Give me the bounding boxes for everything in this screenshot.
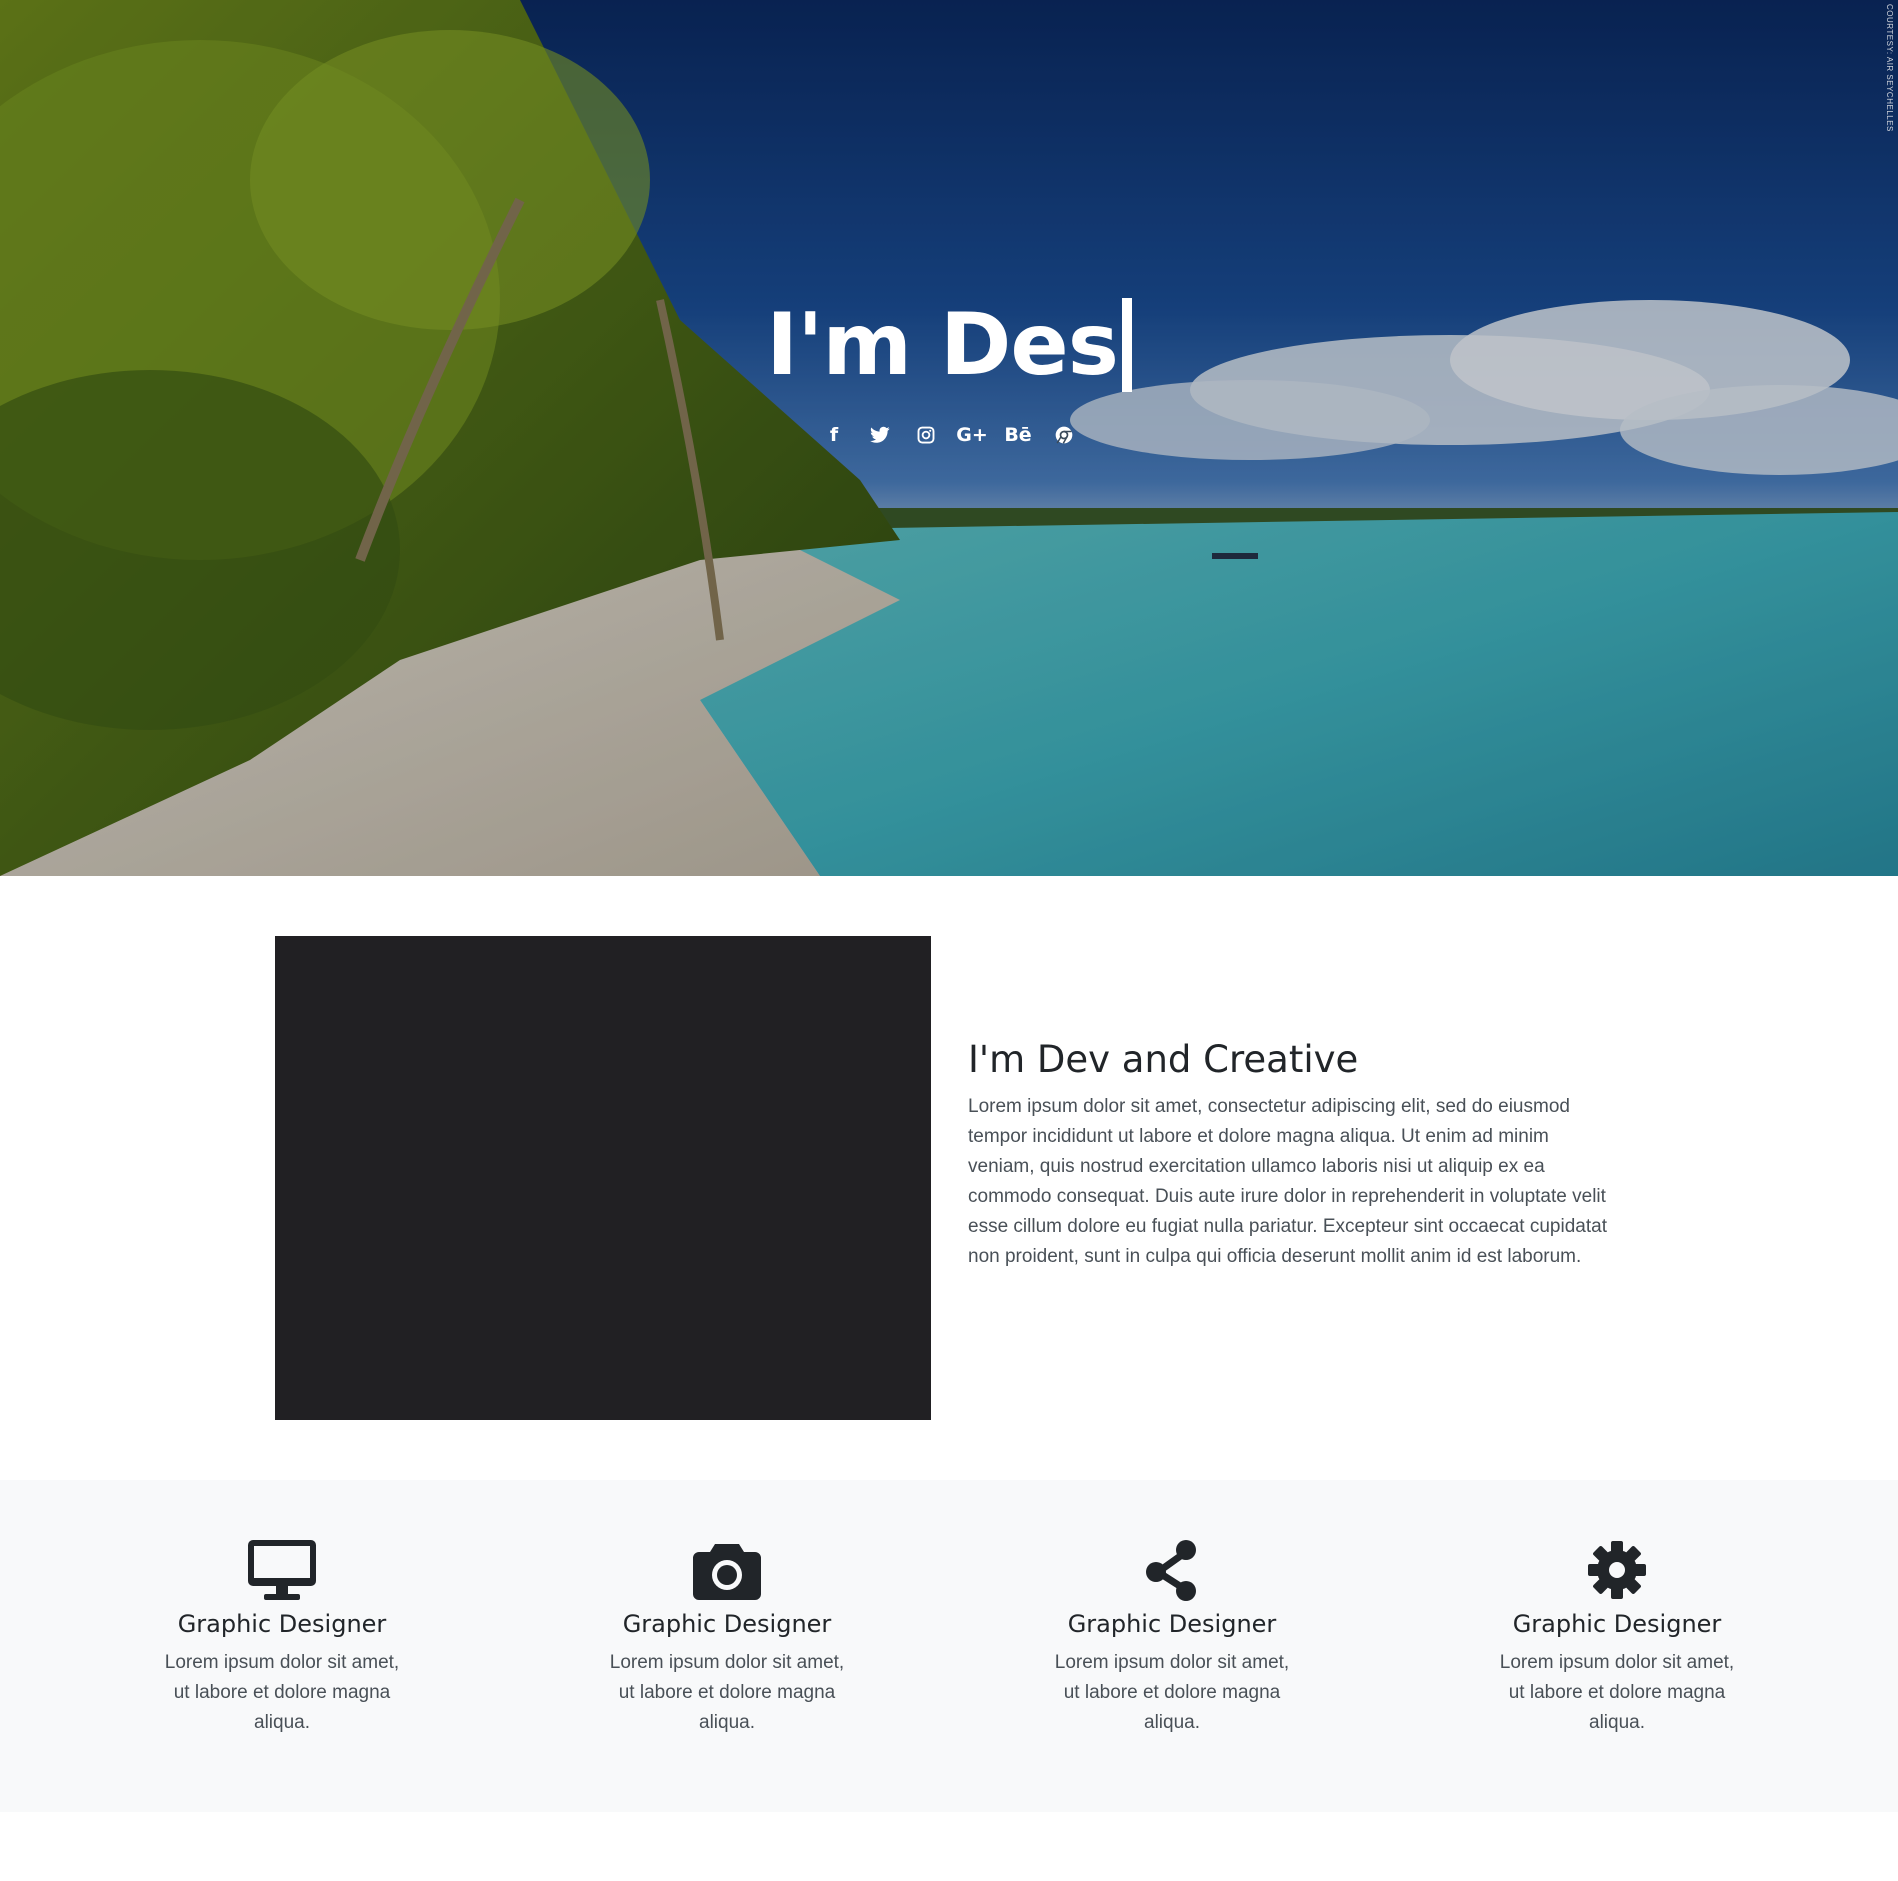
service-text: Lorem ipsum dolor sit amet, ut labore et… bbox=[1499, 1652, 1735, 1733]
about-body: Lorem ipsum dolor sit amet, consectetur … bbox=[968, 1096, 1607, 1267]
service-item: Graphic Designer Lorem ipsum dolor sit a… bbox=[1032, 1538, 1312, 1738]
hero-section: COURTESY: AIR SEYCHELLES I'm Des f G+ Bē bbox=[0, 0, 1898, 876]
services-section: Graphic Designer Lorem ipsum dolor sit a… bbox=[0, 1480, 1898, 1812]
twitter-icon[interactable] bbox=[868, 423, 892, 447]
service-title: Graphic Designer bbox=[622, 1610, 832, 1638]
service-item: Graphic Designer Lorem ipsum dolor sit a… bbox=[1477, 1538, 1757, 1738]
about-image bbox=[275, 936, 931, 1420]
service-text: Lorem ipsum dolor sit amet, ut labore et… bbox=[609, 1652, 845, 1733]
hero-content: I'm Des f G+ Bē bbox=[0, 285, 1898, 447]
service-title: Graphic Designer bbox=[1067, 1610, 1277, 1638]
facebook-icon[interactable]: f bbox=[822, 423, 846, 447]
behance-icon[interactable]: Bē bbox=[1004, 423, 1031, 447]
service-title: Graphic Designer bbox=[177, 1610, 387, 1638]
share-icon bbox=[1146, 1540, 1196, 1601]
gear-icon bbox=[1588, 1541, 1646, 1599]
google-plus-icon[interactable]: G+ bbox=[956, 423, 988, 447]
service-title: Graphic Designer bbox=[1512, 1610, 1722, 1638]
service-item: Graphic Designer Lorem ipsum dolor sit a… bbox=[587, 1538, 867, 1738]
instagram-icon[interactable] bbox=[914, 423, 938, 447]
desktop-icon bbox=[248, 1540, 316, 1600]
social-links: f G+ Bē bbox=[0, 423, 1898, 447]
about-title: I'm Dev and Creative bbox=[968, 1038, 1359, 1081]
service-item: Graphic Designer Lorem ipsum dolor sit a… bbox=[142, 1538, 422, 1738]
about-text: I'm Dev and Creative Lorem ipsum dolor s… bbox=[968, 1032, 1618, 1272]
camera-icon bbox=[693, 1544, 761, 1600]
service-text: Lorem ipsum dolor sit amet, ut labore et… bbox=[164, 1652, 400, 1733]
hero-title: I'm Des bbox=[766, 285, 1132, 405]
service-text: Lorem ipsum dolor sit amet, ut labore et… bbox=[1054, 1652, 1290, 1733]
photo-credit: COURTESY: AIR SEYCHELLES bbox=[1885, 4, 1894, 132]
chrome-icon[interactable] bbox=[1052, 423, 1076, 447]
typing-cursor bbox=[1121, 298, 1132, 392]
hero-title-text: I'm Des bbox=[766, 295, 1119, 395]
